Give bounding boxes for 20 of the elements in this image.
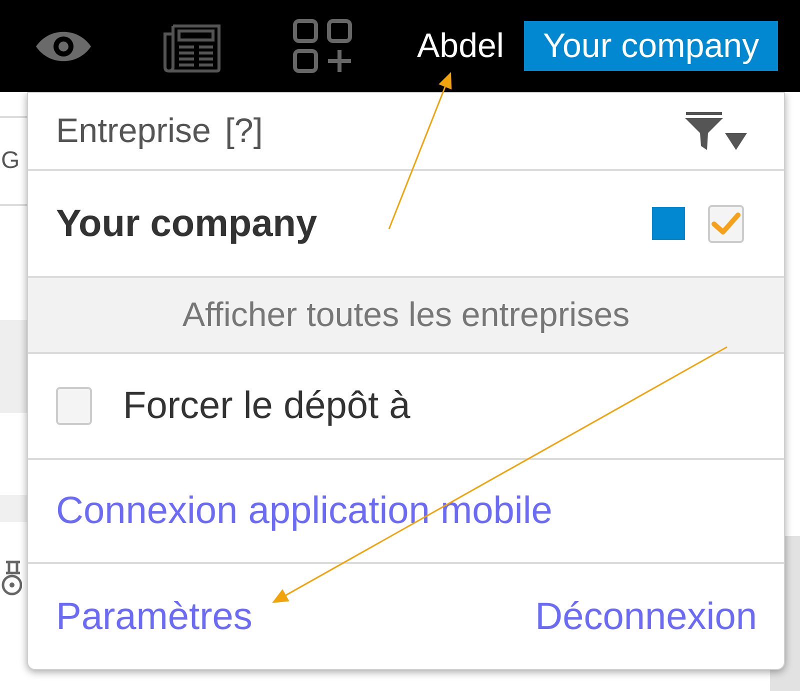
show-all-button[interactable]: Afficher toutes les entreprises: [28, 278, 784, 354]
settings-link[interactable]: Paramètres: [56, 598, 252, 636]
help-link[interactable]: [?]: [224, 114, 263, 148]
tractor-icon: [0, 560, 22, 596]
checkbox[interactable]: [56, 387, 92, 425]
user-name-link[interactable]: Abdel: [417, 29, 504, 63]
company-name: Your company: [56, 204, 318, 242]
eye-icon[interactable]: [35, 30, 92, 62]
filter-button[interactable]: [685, 112, 747, 150]
logout-link[interactable]: Déconnexion: [535, 598, 757, 636]
mobile-app-link[interactable]: Connexion application mobile: [56, 492, 552, 530]
caret-icon: [725, 133, 747, 150]
heading-fragment: G: [1, 149, 20, 173]
grid-plus-icon[interactable]: [293, 19, 352, 73]
dropdown-title: Entreprise: [56, 114, 211, 148]
company-button[interactable]: Your company: [524, 21, 778, 71]
checkbox[interactable]: [708, 204, 744, 242]
filter-icon: [685, 112, 723, 150]
option-label[interactable]: Forcer le dépôt à: [123, 387, 410, 425]
row-background: [0, 495, 27, 522]
